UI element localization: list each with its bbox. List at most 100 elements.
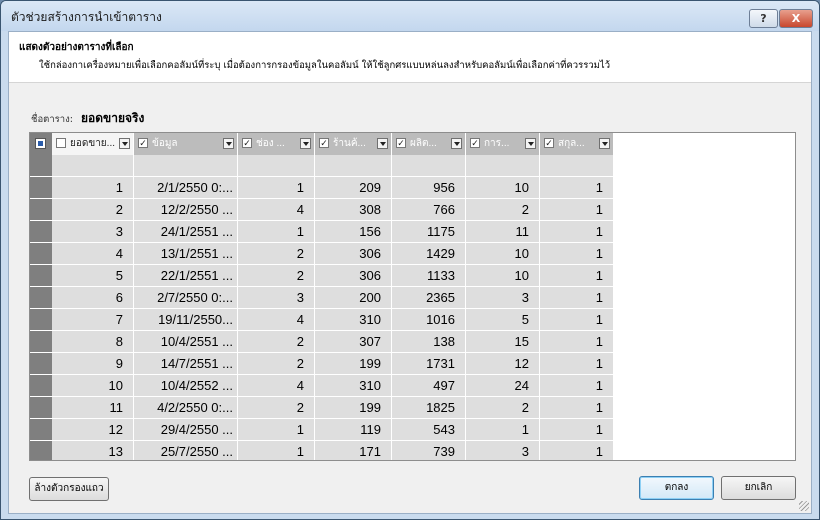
grid-cell: 1 — [540, 375, 614, 397]
column-checkbox[interactable] — [56, 138, 66, 148]
table-row[interactable]: 2 12/2/2550 ... 4 308 766 2 1 — [30, 199, 614, 221]
filter-dropdown-icon[interactable] — [223, 138, 234, 149]
grid-header-row: ยอดขาย... ✓ ข้อมูล ✓ ช่อง ... ✓ ร้านค้... ✓ ผลิต… — [30, 133, 614, 155]
column-header-label: ช่อง ... — [256, 138, 285, 149]
row-selector[interactable] — [30, 199, 52, 221]
grid-cell: 24 — [466, 375, 540, 397]
filter-dropdown-icon[interactable] — [599, 138, 610, 149]
ok-button[interactable]: ตกลง — [639, 476, 714, 500]
row-selector[interactable] — [30, 265, 52, 287]
row-selector[interactable] — [30, 309, 52, 331]
grid-cell: 5 — [52, 265, 134, 287]
filter-dropdown-icon[interactable] — [525, 138, 536, 149]
grid-cell — [134, 155, 238, 177]
column-header-label: ผลิต... — [410, 138, 437, 149]
grid-cell: 2/7/2550 0:... — [134, 287, 238, 309]
grid-cell: 12 — [466, 353, 540, 375]
column-checkbox[interactable]: ✓ — [396, 138, 406, 148]
table-row[interactable]: 6 2/7/2550 0:... 3 200 2365 3 1 — [30, 287, 614, 309]
filter-dropdown-icon[interactable] — [119, 138, 130, 149]
select-all-checkbox[interactable] — [30, 133, 52, 155]
grid-cell: 171 — [315, 441, 392, 460]
import-table-wizard-window: ตัวช่วยสร้างการนำเข้าตาราง ? X แสดงตัวอย… — [0, 0, 820, 520]
row-selector[interactable] — [30, 397, 52, 419]
table-row[interactable]: 8 10/4/2551 ... 2 307 138 15 1 — [30, 331, 614, 353]
table-row[interactable]: 9 14/7/2551 ... 2 199 1731 12 1 — [30, 353, 614, 375]
column-header[interactable]: ✓ ร้านค้... — [315, 133, 392, 155]
column-header[interactable]: ✓ การ... — [466, 133, 540, 155]
column-header[interactable]: ✓ ข้อมูล — [134, 133, 238, 155]
grid-cell: 13/1/2551 ... — [134, 243, 238, 265]
cancel-button[interactable]: ยกเลิก — [721, 476, 796, 500]
grid-cell: 1825 — [392, 397, 466, 419]
column-header[interactable]: ยอดขาย... — [52, 133, 134, 155]
table-name-label: ชื่อตาราง: — [31, 114, 73, 125]
grid-cell: 2 — [238, 243, 315, 265]
table-name-value: ยอดขายจริง — [81, 111, 145, 125]
table-row[interactable]: 3 24/1/2551 ... 1 156 1175 11 1 — [30, 221, 614, 243]
column-header[interactable]: ✓ สกุล... — [540, 133, 614, 155]
table-row[interactable]: 4 13/1/2551 ... 2 306 1429 10 1 — [30, 243, 614, 265]
data-preview-grid[interactable]: ยอดขาย... ✓ ข้อมูล ✓ ช่อง ... ✓ ร้านค้... ✓ ผลิต… — [29, 132, 796, 461]
page-title: แสดงตัวอย่างตารางที่เลือก — [19, 42, 134, 53]
grid-cell: 1 — [540, 265, 614, 287]
help-button[interactable]: ? — [749, 9, 778, 28]
row-selector[interactable] — [30, 221, 52, 243]
grid-cell: 3 — [238, 287, 315, 309]
column-header[interactable]: ✓ ผลิต... — [392, 133, 466, 155]
column-checkbox[interactable]: ✓ — [138, 138, 148, 148]
clear-row-filters-button[interactable]: ล้างตัวกรองแถว — [29, 477, 109, 501]
grid-cell: 306 — [315, 265, 392, 287]
row-selector[interactable] — [30, 331, 52, 353]
row-selector[interactable] — [30, 375, 52, 397]
row-selector[interactable] — [30, 287, 52, 309]
grid-cell: 1429 — [392, 243, 466, 265]
filter-dropdown-icon[interactable] — [300, 138, 311, 149]
row-selector[interactable] — [30, 243, 52, 265]
grid-cell: 1 — [540, 331, 614, 353]
table-row[interactable]: 12 29/4/2550 ... 1 119 543 1 1 — [30, 419, 614, 441]
table-row[interactable]: 7 19/11/2550... 4 310 1016 5 1 — [30, 309, 614, 331]
row-selector[interactable] — [30, 419, 52, 441]
table-row[interactable]: 10 10/4/2552 ... 4 310 497 24 1 — [30, 375, 614, 397]
grid-cell: 1 — [238, 221, 315, 243]
grid-cell: 2 — [238, 331, 315, 353]
table-row[interactable]: 1 2/1/2550 0:... 1 209 956 10 1 — [30, 177, 614, 199]
row-selector[interactable] — [30, 155, 52, 177]
grid-cell: 9 — [52, 353, 134, 375]
title-bar[interactable]: ตัวช่วยสร้างการนำเข้าตาราง ? X — [1, 1, 819, 31]
column-header-label: สกุล... — [558, 138, 585, 149]
grid-cell: 10 — [466, 243, 540, 265]
grid-cell: 119 — [315, 419, 392, 441]
table-row[interactable]: 13 25/7/2550 ... 1 171 739 3 1 — [30, 441, 614, 460]
grid-cell: 2365 — [392, 287, 466, 309]
grid-cell: 3 — [466, 441, 540, 460]
grid-cell: 10/4/2551 ... — [134, 331, 238, 353]
grid-cell: 739 — [392, 441, 466, 460]
row-selector[interactable] — [30, 441, 52, 460]
grid-cell: 306 — [315, 243, 392, 265]
grid-cell: 1731 — [392, 353, 466, 375]
column-checkbox[interactable]: ✓ — [242, 138, 252, 148]
close-button[interactable]: X — [779, 9, 813, 28]
column-checkbox[interactable]: ✓ — [470, 138, 480, 148]
filter-dropdown-icon[interactable] — [377, 138, 388, 149]
grid-cell: 10 — [466, 177, 540, 199]
grid-cell: 3 — [466, 287, 540, 309]
grid-cell: 12 — [52, 419, 134, 441]
grid-cell — [540, 155, 614, 177]
grid-cell: 1 — [238, 177, 315, 199]
row-selector[interactable] — [30, 353, 52, 375]
table-row[interactable]: 11 4/2/2550 0:... 2 199 1825 2 1 — [30, 397, 614, 419]
filter-dropdown-icon[interactable] — [451, 138, 462, 149]
grid-cell: 497 — [392, 375, 466, 397]
table-row[interactable]: 5 22/1/2551 ... 2 306 1133 10 1 — [30, 265, 614, 287]
column-checkbox[interactable]: ✓ — [544, 138, 554, 148]
column-checkbox[interactable]: ✓ — [319, 138, 329, 148]
grid-cell: 2 — [238, 353, 315, 375]
row-selector[interactable] — [30, 177, 52, 199]
column-header[interactable]: ✓ ช่อง ... — [238, 133, 315, 155]
grid-cell: 25/7/2550 ... — [134, 441, 238, 460]
grid-cell: 10/4/2552 ... — [134, 375, 238, 397]
resize-grip[interactable] — [799, 501, 809, 511]
